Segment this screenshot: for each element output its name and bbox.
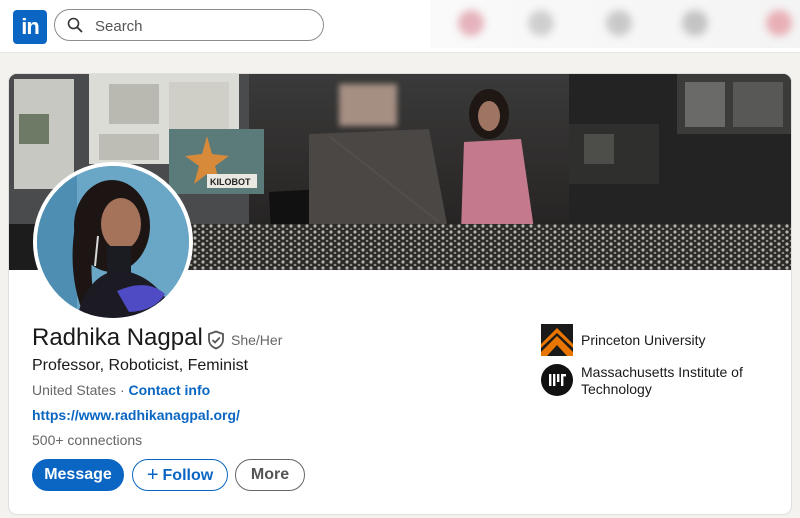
verified-shield-icon[interactable] [206, 330, 226, 350]
nav-network-icon[interactable] [528, 10, 554, 36]
kilobot-poster-label: KILOBOT [210, 177, 251, 187]
more-button[interactable]: More [235, 459, 305, 491]
top-nav: in [0, 0, 800, 53]
search-bar[interactable] [54, 9, 324, 41]
plus-icon: + [146, 464, 159, 486]
nav-icons-blurred [430, 0, 800, 48]
more-button-label: More [250, 466, 290, 483]
mit-logo-icon [541, 364, 573, 396]
profile-avatar[interactable] [33, 162, 193, 322]
profile-name: Radhika Nagpal [32, 324, 203, 351]
nav-jobs-icon[interactable] [606, 10, 632, 36]
follow-button-label: Follow [162, 467, 214, 484]
website-link[interactable]: https://www.radhikanagpal.org/ [32, 407, 240, 423]
nav-home-icon[interactable] [458, 10, 484, 36]
message-button-label: Message [44, 466, 112, 483]
contact-info-link[interactable]: Contact info [129, 382, 211, 398]
connections-count: 500+ connections [32, 432, 143, 448]
avatar-photo [37, 166, 189, 318]
linkedin-logo-icon[interactable]: in [13, 10, 47, 44]
education-name: Princeton University [581, 332, 706, 348]
profile-card: KILOBOT Radhika Nagpal She/Her Professor… [9, 74, 791, 514]
education-name: Massachusetts Institute of Technology [581, 364, 743, 397]
profile-pronouns: She/Her [231, 332, 283, 348]
nav-notifications-icon[interactable] [766, 10, 792, 36]
message-button[interactable]: Message [32, 459, 124, 491]
princeton-shield-icon [541, 324, 573, 356]
follow-button[interactable]: + Follow [132, 459, 228, 491]
nav-messaging-icon[interactable] [682, 10, 708, 36]
profile-location: United States [32, 382, 117, 398]
search-icon [67, 17, 83, 33]
search-input[interactable] [93, 14, 317, 38]
profile-location-line: United States · Contact info [32, 382, 210, 398]
profile-headline: Professor, Roboticist, Feminist [32, 357, 249, 374]
location-separator: · [119, 382, 125, 398]
